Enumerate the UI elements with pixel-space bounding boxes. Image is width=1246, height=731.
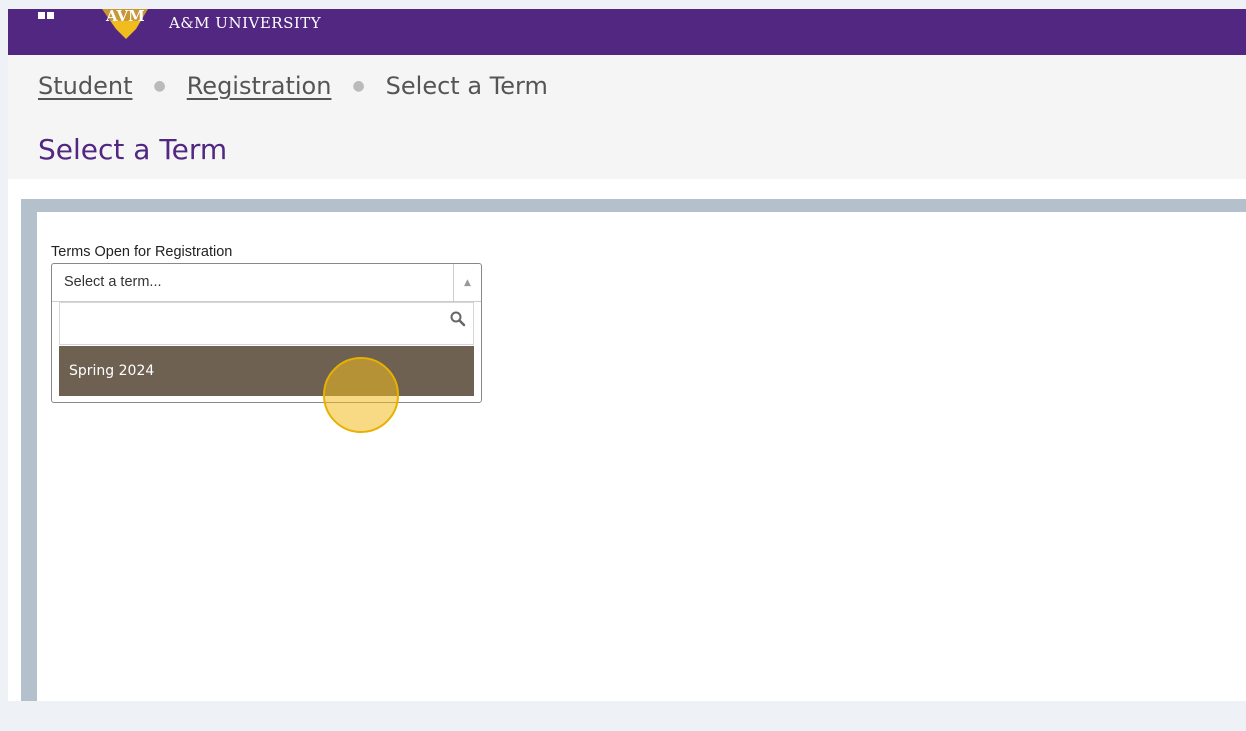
term-select-value[interactable]: Select a term... <box>64 274 162 290</box>
app-grid-icon[interactable] <box>38 12 54 20</box>
university-logo[interactable]: AVM <box>96 9 154 41</box>
browser-viewport: AVM A&M UNIVERSITY Student ● Registratio… <box>8 9 1246 701</box>
search-icon <box>450 311 466 327</box>
click-indicator <box>323 357 399 433</box>
breadcrumb: Student ● Registration ● Select a Term <box>38 72 548 100</box>
term-option-spring-2024[interactable]: Spring 2024 <box>59 346 474 396</box>
term-select-dropdown[interactable]: Select a term... ▲ Spring 2024 <box>51 263 482 433</box>
terms-label: Terms Open for Registration <box>51 244 233 260</box>
content-area: Terms Open for Registration Select a ter… <box>8 179 1246 701</box>
top-navigation-bar: AVM A&M UNIVERSITY <box>8 9 1246 55</box>
term-panel: Terms Open for Registration Select a ter… <box>21 199 1246 701</box>
university-name: A&M UNIVERSITY <box>169 14 322 32</box>
breadcrumb-separator: ● <box>352 78 365 94</box>
chevron-up-icon[interactable]: ▲ <box>453 264 481 301</box>
page-title: Select a Term <box>38 133 228 166</box>
term-panel-body: Terms Open for Registration Select a ter… <box>37 212 1246 701</box>
breadcrumb-current: Select a Term <box>385 72 548 100</box>
breadcrumb-registration-link[interactable]: Registration <box>187 72 332 100</box>
term-search-input[interactable] <box>60 303 456 343</box>
svg-text:AVM: AVM <box>105 9 145 25</box>
breadcrumb-separator: ● <box>153 78 166 94</box>
breadcrumb-student-link[interactable]: Student <box>38 72 132 100</box>
term-option-label: Spring 2024 <box>69 363 155 379</box>
term-search-box <box>59 302 474 345</box>
